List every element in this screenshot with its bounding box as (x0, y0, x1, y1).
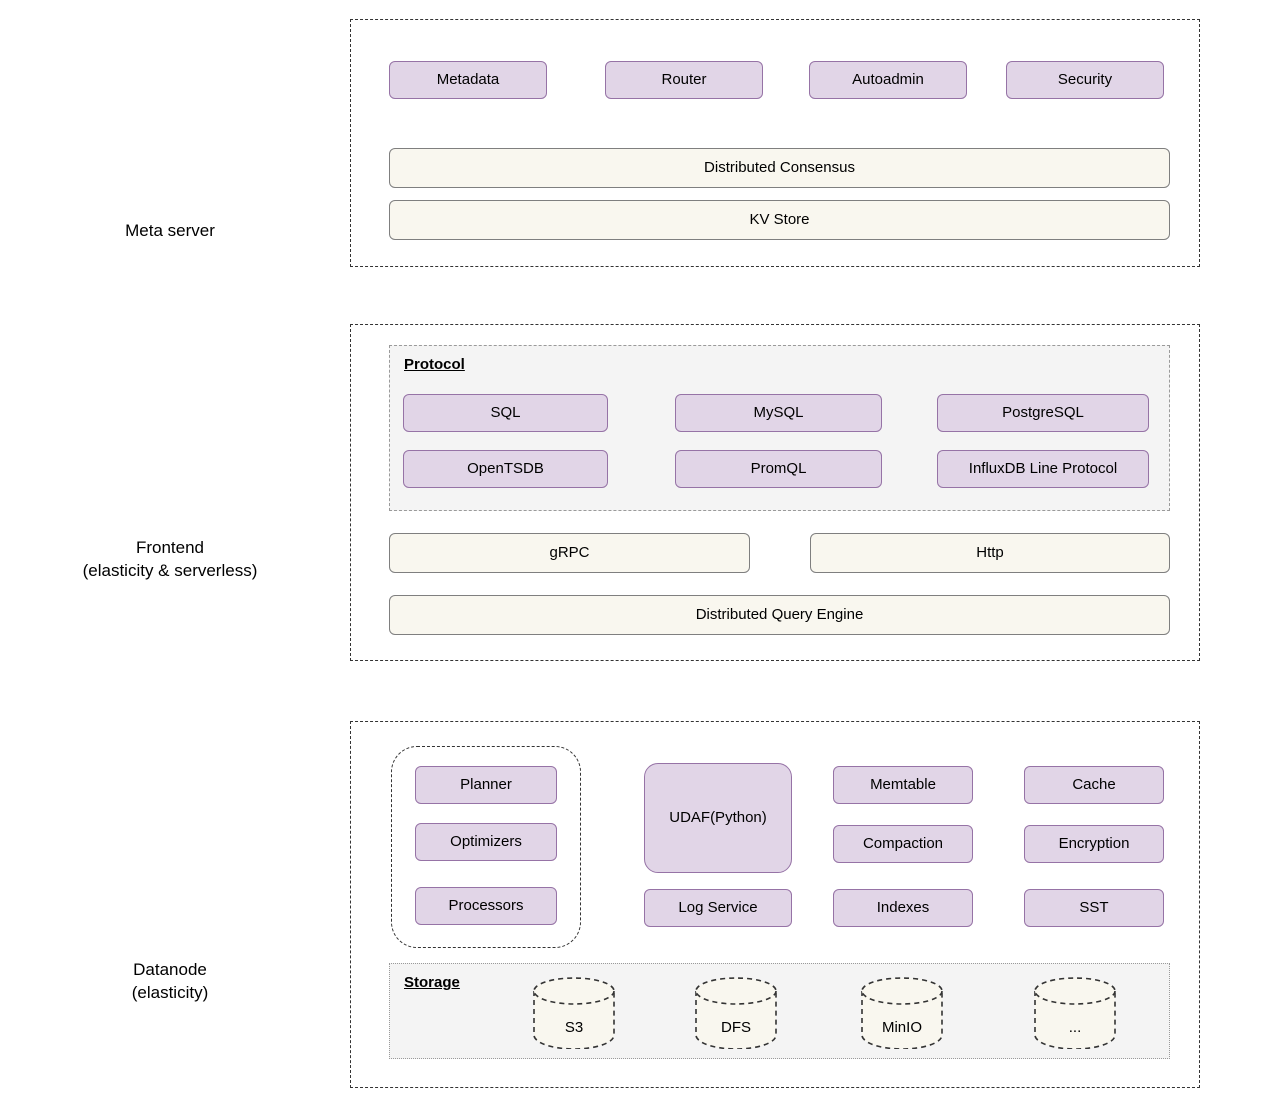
node-compaction[interactable]: Compaction (833, 825, 973, 863)
node-label: UDAF(Python) (669, 809, 767, 826)
cylinder-icon (533, 977, 615, 1049)
node-label: Compaction (862, 835, 944, 852)
node-label: Metadata (436, 71, 500, 88)
node-label: Indexes (876, 899, 930, 916)
node-label: SST (1079, 899, 1109, 916)
section-meta-server: Metadata Router Autoadmin Security Distr… (350, 19, 1200, 267)
node-opentsdb[interactable]: OpenTSDB (403, 450, 608, 488)
node-label: Memtable (870, 776, 936, 793)
node-encryption[interactable]: Encryption (1024, 825, 1164, 863)
node-label: Autoadmin (852, 71, 924, 88)
node-label: Distributed Query Engine (695, 606, 864, 623)
group-title-storage: Storage (404, 974, 460, 991)
node-metadata[interactable]: Metadata (389, 61, 547, 99)
node-sql[interactable]: SQL (403, 394, 608, 432)
node-promql[interactable]: PromQL (675, 450, 882, 488)
section-label-line: Meta server (125, 221, 215, 240)
node-http[interactable]: Http (810, 533, 1170, 573)
section-label-frontend: Frontend (elasticity & serverless) (10, 536, 330, 582)
node-label: Security (1057, 71, 1113, 88)
node-processors[interactable]: Processors (415, 887, 557, 925)
cylinder-icon (1034, 977, 1116, 1049)
cylinder-label: ... (1068, 1019, 1082, 1036)
section-label-line: (elasticity) (131, 983, 209, 1002)
section-label-line: Frontend (135, 538, 205, 557)
architecture-diagram: Meta server Metadata Router Autoadmin Se… (0, 0, 1280, 1106)
group-title-protocol: Protocol (404, 356, 465, 373)
node-optimizers[interactable]: Optimizers (415, 823, 557, 861)
node-log-service[interactable]: Log Service (644, 889, 792, 927)
section-label-line: Datanode (133, 960, 207, 979)
node-label: Log Service (678, 899, 758, 916)
cylinder-icon (861, 977, 943, 1049)
node-memtable[interactable]: Memtable (833, 766, 973, 804)
cylinder-label: S3 (564, 1019, 584, 1036)
node-label: InfluxDB Line Protocol (968, 460, 1118, 477)
node-label: Encryption (1058, 835, 1130, 852)
node-label: Router (661, 71, 707, 88)
cylinder-label: MinIO (881, 1019, 922, 1036)
node-label: KV Store (749, 211, 810, 228)
node-mysql[interactable]: MySQL (675, 394, 882, 432)
node-indexes[interactable]: Indexes (833, 889, 973, 927)
node-label: gRPC (549, 544, 590, 561)
cylinder-label: DFS (721, 1019, 751, 1036)
node-label: PromQL (750, 460, 807, 477)
node-label: SQL (490, 404, 521, 421)
storage-cylinder-dfs[interactable]: DFS (694, 977, 778, 1049)
node-label: PostgreSQL (1002, 404, 1084, 421)
node-sst[interactable]: SST (1024, 889, 1164, 927)
node-label: Cache (1072, 776, 1116, 793)
node-label: Http (976, 544, 1004, 561)
node-label: OpenTSDB (467, 460, 544, 477)
node-postgresql[interactable]: PostgreSQL (937, 394, 1149, 432)
node-router[interactable]: Router (605, 61, 763, 99)
node-autoadmin[interactable]: Autoadmin (809, 61, 967, 99)
node-kv-store[interactable]: KV Store (389, 200, 1170, 240)
node-grpc[interactable]: gRPC (389, 533, 750, 573)
storage-cylinder-minio[interactable]: MinIO (860, 977, 944, 1049)
section-label-datanode: Datanode (elasticity) (10, 958, 330, 1004)
section-frontend: Protocol SQL MySQL PostgreSQL OpenTSDB P… (350, 324, 1200, 661)
section-label-line: (elasticity & serverless) (82, 561, 258, 580)
node-distributed-query-engine[interactable]: Distributed Query Engine (389, 595, 1170, 635)
node-udaf-python[interactable]: UDAF(Python) (644, 763, 792, 873)
node-label: Planner (460, 776, 512, 793)
node-label: MySQL (753, 404, 804, 421)
node-label: Optimizers (450, 833, 522, 850)
node-influxdb-line-protocol[interactable]: InfluxDB Line Protocol (937, 450, 1149, 488)
storage-cylinder-other[interactable]: ... (1033, 977, 1117, 1049)
cylinder-icon (695, 977, 777, 1049)
node-distributed-consensus[interactable]: Distributed Consensus (389, 148, 1170, 188)
node-label: Processors (448, 897, 524, 914)
storage-cylinder-s3[interactable]: S3 (532, 977, 616, 1049)
section-label-meta-server: Meta server (10, 219, 330, 242)
node-cache[interactable]: Cache (1024, 766, 1164, 804)
node-label: Distributed Consensus (704, 159, 855, 176)
node-planner[interactable]: Planner (415, 766, 557, 804)
node-security[interactable]: Security (1006, 61, 1164, 99)
section-datanode: Planner Optimizers Processors UDAF(Pytho… (350, 721, 1200, 1088)
